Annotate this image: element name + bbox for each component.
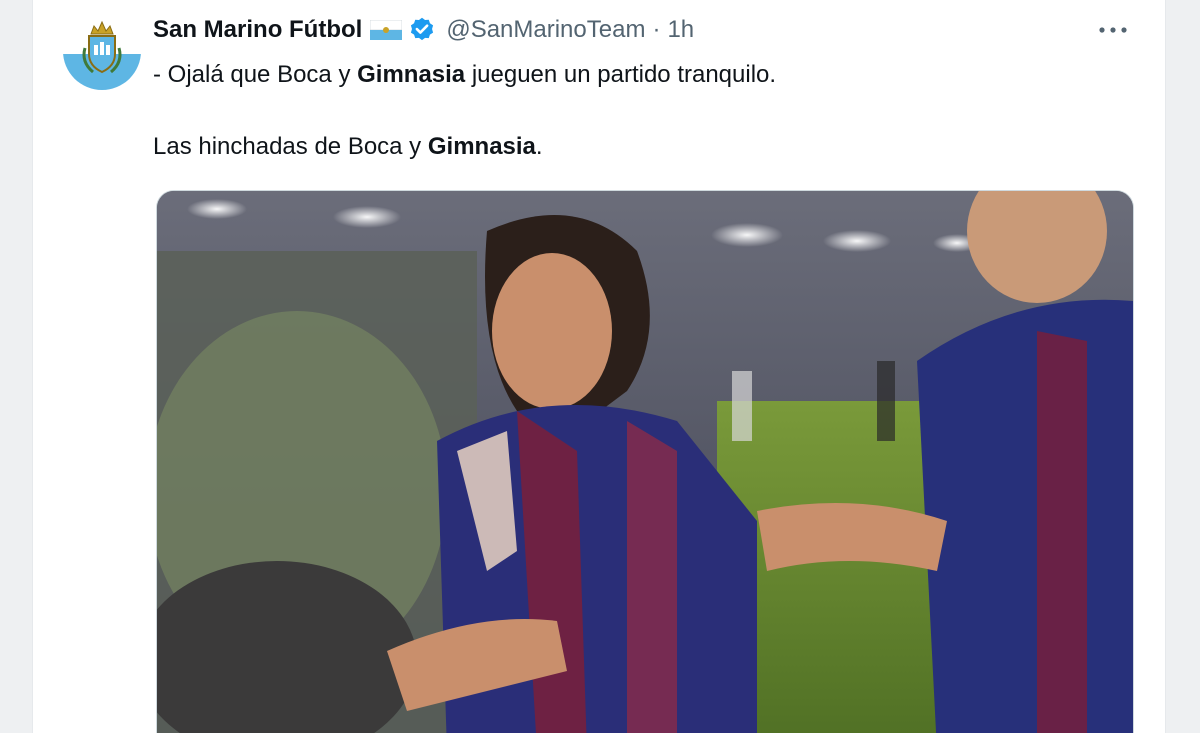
- video-frame-image: [157, 191, 1133, 733]
- tweet-text-bold: Gimnasia: [427, 133, 536, 160]
- tweet-text-bold: Gimnasia: [357, 61, 466, 88]
- tweet-text-line-2: Las hinchadas de Boca y Gimnasia.: [153, 132, 1133, 162]
- more-options-button[interactable]: [1095, 16, 1131, 44]
- header-separator: ·: [652, 16, 661, 43]
- tweet-text-line-1: - Ojalá que Boca y Gimnasia jueguen un p…: [153, 60, 1133, 90]
- account-handle[interactable]: @SanMarinoTeam: [446, 16, 645, 44]
- tweet-text-segment: .: [535, 133, 543, 160]
- san-marino-flag-icon: [369, 19, 403, 40]
- display-name[interactable]: San Marino Fútbol: [153, 16, 362, 44]
- tweet-header: San Marino Fútbol @SanMarinoTeam · 1h: [153, 12, 694, 48]
- tweet-text-segment: Las hinchadas de Boca y: [153, 133, 428, 160]
- san-marino-crest-icon: [63, 12, 141, 90]
- tweet-text-segment: - Ojalá que Boca y: [153, 61, 358, 88]
- tweet-timestamp[interactable]: 1h: [667, 16, 694, 44]
- account-avatar[interactable]: [63, 12, 141, 90]
- more-options-icon: [1099, 27, 1127, 33]
- tweet-card[interactable]: San Marino Fútbol @SanMarinoTeam · 1h -: [32, 0, 1166, 733]
- verified-badge-icon: [408, 16, 436, 44]
- tweet-video[interactable]: [156, 190, 1134, 733]
- tweet-text-segment: jueguen un partido tranquilo.: [465, 61, 777, 88]
